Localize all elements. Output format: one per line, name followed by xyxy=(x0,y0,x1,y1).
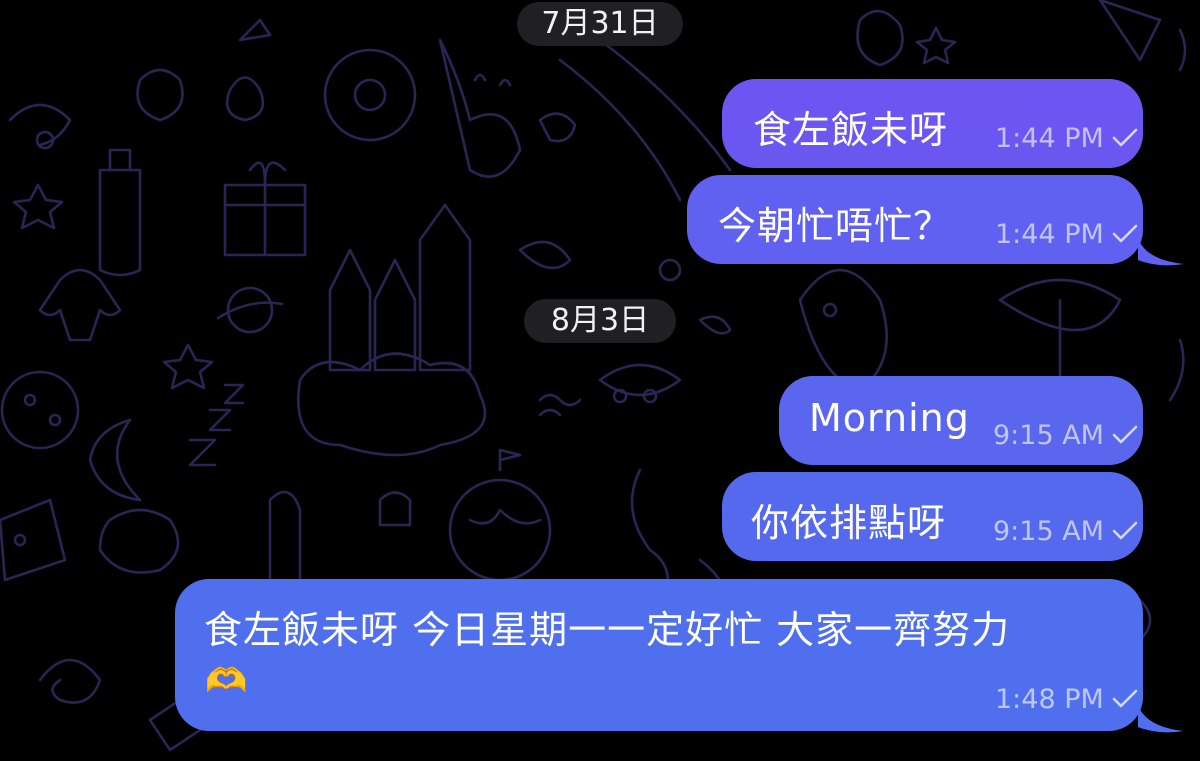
checkmark-icon xyxy=(1112,224,1138,243)
message-time: 1:44 PM xyxy=(995,219,1104,250)
message-bubble[interactable]: 食左飯未呀 1:44 PM xyxy=(722,79,1143,168)
message-bubble[interactable]: 你依排點呀 9:15 AM xyxy=(722,472,1143,561)
bubble-tail xyxy=(1138,705,1184,733)
bubble-tail xyxy=(1138,238,1184,266)
message-text: Morning xyxy=(809,396,970,440)
date-label: 8月3日 xyxy=(550,303,650,338)
message-text: 食左飯未呀 xyxy=(753,108,949,152)
message-time: 9:15 AM xyxy=(993,420,1104,451)
message-time: 9:15 AM xyxy=(993,516,1104,547)
date-separator: 7月31日 xyxy=(517,2,683,46)
message-bubble[interactable]: 今朝忙唔忙？ 1:44 PM xyxy=(687,175,1143,264)
checkmark-icon xyxy=(1112,521,1138,540)
message-text: 你依排點呀 xyxy=(751,501,947,545)
date-label: 7月31日 xyxy=(541,6,659,41)
message-time: 1:48 PM xyxy=(995,684,1104,715)
message-text: 食左飯未呀 今日星期一一定好忙 大家一齊努力 xyxy=(204,608,1011,652)
message-bubble[interactable]: 食左飯未呀 今日星期一一定好忙 大家一齊努力 🫶 1:48 PM xyxy=(175,579,1143,731)
checkmark-icon xyxy=(1112,689,1138,708)
checkmark-icon xyxy=(1112,128,1138,147)
heart-hands-emoji: 🫶 xyxy=(205,661,248,701)
message-text: 今朝忙唔忙？ xyxy=(718,204,953,248)
date-separator: 8月3日 xyxy=(524,299,676,343)
message-time: 1:44 PM xyxy=(995,123,1104,154)
message-bubble[interactable]: Morning 9:15 AM xyxy=(779,376,1143,465)
checkmark-icon xyxy=(1112,425,1138,444)
